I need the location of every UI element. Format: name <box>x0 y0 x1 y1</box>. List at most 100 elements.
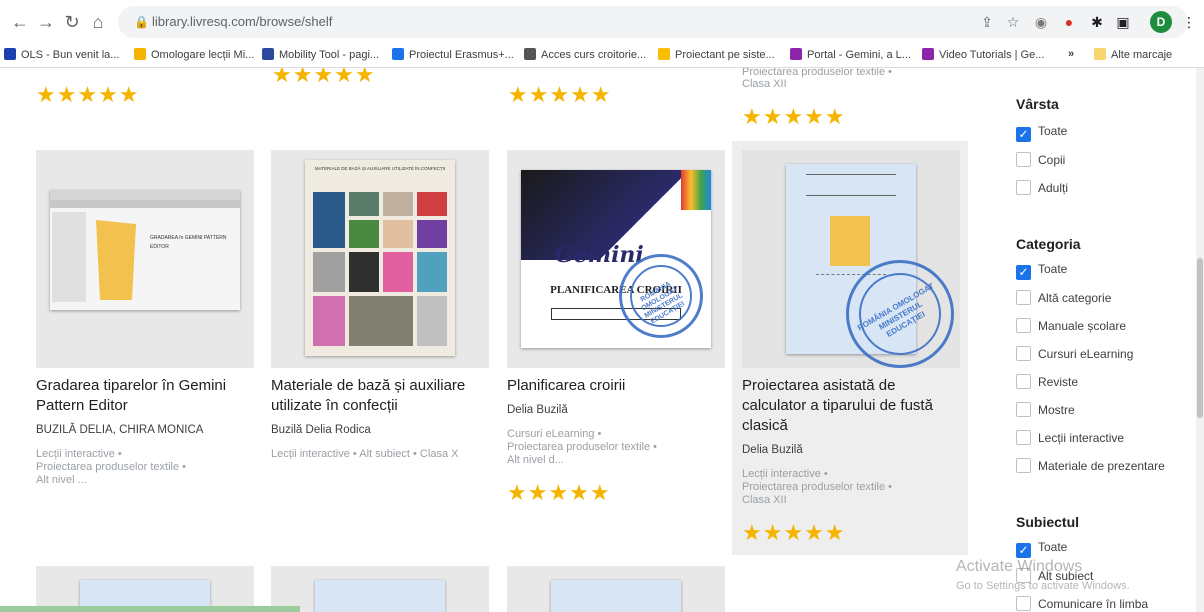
checkbox-icon[interactable] <box>1016 318 1031 333</box>
profile-avatar[interactable]: D <box>1150 11 1172 33</box>
filter-option[interactable]: Adulți <box>1016 180 1068 198</box>
filter-option[interactable]: Mostre <box>1016 402 1075 420</box>
card-thumbnail[interactable] <box>507 566 725 612</box>
filter-heading-categoria: Categoria <box>1016 236 1081 252</box>
checkbox-checked-icon[interactable]: ✓ <box>1016 127 1031 142</box>
windows-activation-watermark: Activate Windows <box>956 558 1083 575</box>
page-scrollbar[interactable] <box>1196 68 1204 612</box>
rating-stars: ★★★★★ <box>36 82 140 107</box>
checkbox-icon[interactable] <box>1016 346 1031 361</box>
card-author: Delia Buzilă <box>742 444 803 456</box>
bookmark-item[interactable]: Acces curs croitorie... <box>524 48 650 64</box>
bookmark-item[interactable]: Mobility Tool - pagi... <box>262 48 384 64</box>
bookmark-favicon-icon <box>392 48 404 60</box>
book-cover: MATERIALE DE BAZĂ ȘI AUXILIARE UTILIZATE… <box>305 160 455 356</box>
card-thumbnail[interactable] <box>271 566 489 612</box>
url-text: library.livresq.com/browse/shelf <box>152 14 333 29</box>
share-icon[interactable]: ⇪ <box>978 13 996 31</box>
checkbox-icon[interactable] <box>1016 430 1031 445</box>
browser-chrome: ← → ↻ ⌂ 🔒 library.livresq.com/browse/she… <box>0 0 1204 68</box>
card-author: BUZILĂ DELIA, CHIRA MONICA <box>36 424 204 436</box>
filter-option[interactable]: Comunicare în limba <box>1016 596 1148 612</box>
filter-heading-varsta: Vârsta <box>1016 96 1059 112</box>
checkbox-icon[interactable] <box>1016 180 1031 195</box>
bookmark-favicon-icon <box>922 48 934 60</box>
card-meta: Cursuri eLearning • Proiectarea produsel… <box>507 428 657 466</box>
bookmark-item[interactable]: Portal - Gemini, a L... <box>790 48 914 64</box>
filter-option[interactable]: Lecții interactive <box>1016 430 1124 448</box>
card-thumbnail[interactable]: GRADAREA în GEMINI PATTERN EDITOR <box>36 150 254 368</box>
back-arrow-icon[interactable]: ← <box>10 12 30 32</box>
checkbox-icon[interactable] <box>1016 374 1031 389</box>
card-title[interactable]: Proiectarea asistată de calculator a tip… <box>742 376 958 436</box>
bookmark-favicon-icon <box>262 48 274 60</box>
bookmark-favicon-icon <box>524 48 536 60</box>
rating-stars: ★★★★★ <box>742 520 846 545</box>
bookmark-item[interactable]: OLS - Bun venit la... <box>4 48 126 64</box>
windows-activation-watermark-sub: Go to Settings to activate Windows. <box>956 580 1130 592</box>
extensions-puzzle-icon[interactable]: ✱ <box>1088 13 1106 31</box>
card-meta: Lecții interactive • Alt subiect • Clasa… <box>271 448 459 460</box>
card-thumbnail[interactable]: Gemini PLANIFICAREA CROIRII ROMÂNIA OMOL… <box>507 150 725 368</box>
filter-option[interactable]: Materiale de prezentare <box>1016 458 1165 476</box>
bookmarks-overflow-button[interactable]: » <box>1068 48 1084 64</box>
rating-stars: ★★★★★ <box>507 480 611 505</box>
filter-option[interactable]: Cursuri eLearning <box>1016 346 1133 364</box>
bookmark-star-icon[interactable]: ☆ <box>1004 13 1022 31</box>
software-screenshot: GRADAREA în GEMINI PATTERN EDITOR <box>50 190 240 310</box>
other-bookmarks-folder[interactable]: Alte marcaje <box>1094 48 1204 64</box>
filter-option[interactable]: Reviste <box>1016 374 1078 392</box>
rating-stars: ★★★★★ <box>508 82 612 107</box>
checkbox-icon[interactable] <box>1016 402 1031 417</box>
browser-toolbar: ← → ↻ ⌂ 🔒 library.livresq.com/browse/she… <box>0 0 1204 44</box>
checkbox-checked-icon[interactable]: ✓ <box>1016 265 1031 280</box>
bookmark-item[interactable]: Proiectant pe siste... <box>658 48 782 64</box>
card-title[interactable]: Materiale de bază și auxiliare utilizate… <box>271 376 487 416</box>
home-icon[interactable]: ⌂ <box>88 12 108 32</box>
filter-option[interactable]: Copii <box>1016 152 1065 170</box>
bookmarks-bar: OLS - Bun venit la... Omologare lecții M… <box>0 44 1204 68</box>
card-thumbnail[interactable]: ROMÂNIA OMOLOGAT MINISTERUL EDUCAȚIEI <box>742 150 960 368</box>
filter-option[interactable]: ✓ Toate <box>1016 124 1067 142</box>
filter-option[interactable]: Manuale școlare <box>1016 318 1126 336</box>
scrollbar-thumb[interactable] <box>1197 258 1203 418</box>
card-meta: Lecții interactive • Proiectarea produse… <box>742 468 892 506</box>
library-page: ★★★★★ ★★★★★ ★★★★★ Proiectarea produselor… <box>0 68 1204 612</box>
filter-heading-subiectul: Subiectul <box>1016 514 1080 530</box>
card-title[interactable]: Planificarea croirii <box>507 376 723 396</box>
menu-kebab-icon[interactable]: ⋮ <box>1180 13 1198 31</box>
checkbox-checked-icon[interactable]: ✓ <box>1016 543 1031 558</box>
status-bar <box>0 606 300 612</box>
omologat-stamp: ROMÂNIA OMOLOGAT MINISTERUL EDUCAȚIEI <box>846 260 954 368</box>
card-author: Delia Buzilă <box>507 404 568 416</box>
checkbox-icon[interactable] <box>1016 596 1031 611</box>
reload-icon[interactable]: ↻ <box>62 12 82 32</box>
extension-icon[interactable]: ◉ <box>1032 13 1050 31</box>
card-meta: Lecții interactive • Proiectarea produse… <box>36 448 186 486</box>
folder-icon <box>1094 48 1106 60</box>
rating-stars: ★★★★★ <box>272 68 376 87</box>
forward-arrow-icon[interactable]: → <box>36 12 56 32</box>
card-title[interactable]: Gradarea tiparelor în Gemini Pattern Edi… <box>36 376 252 416</box>
checkbox-icon[interactable] <box>1016 290 1031 305</box>
bookmark-item[interactable]: Proiectul Erasmus+... <box>392 48 516 64</box>
bookmark-favicon-icon <box>658 48 670 60</box>
bookmark-favicon-icon <box>790 48 802 60</box>
checkbox-icon[interactable] <box>1016 458 1031 473</box>
rating-stars: ★★★★★ <box>742 104 846 129</box>
card-author: Buzilă Delia Rodica <box>271 424 371 436</box>
side-panel-icon[interactable]: ▣ <box>1114 13 1132 31</box>
filter-option[interactable]: ✓ Toate <box>1016 540 1067 558</box>
card-meta: Clasa XII <box>742 78 787 90</box>
bookmark-item[interactable]: Video Tutorials | Ge... <box>922 48 1054 64</box>
card-thumbnail[interactable]: MATERIALE DE BAZĂ ȘI AUXILIARE UTILIZATE… <box>271 150 489 368</box>
filter-option[interactable]: ✓ Toate <box>1016 262 1067 280</box>
address-bar[interactable]: 🔒 library.livresq.com/browse/shelf <box>118 6 1188 38</box>
bookmark-favicon-icon <box>134 48 146 60</box>
extension-red-icon[interactable]: ● <box>1060 13 1078 31</box>
checkbox-icon[interactable] <box>1016 152 1031 167</box>
omologat-stamp: ROMÂNIA OMOLOGAT MINISTERUL EDUCAȚIEI <box>619 254 703 338</box>
bookmark-item[interactable]: Omologare lecții Mi... <box>134 48 254 64</box>
bookmark-favicon-icon <box>4 48 16 60</box>
filter-option[interactable]: Altă categorie <box>1016 290 1111 308</box>
